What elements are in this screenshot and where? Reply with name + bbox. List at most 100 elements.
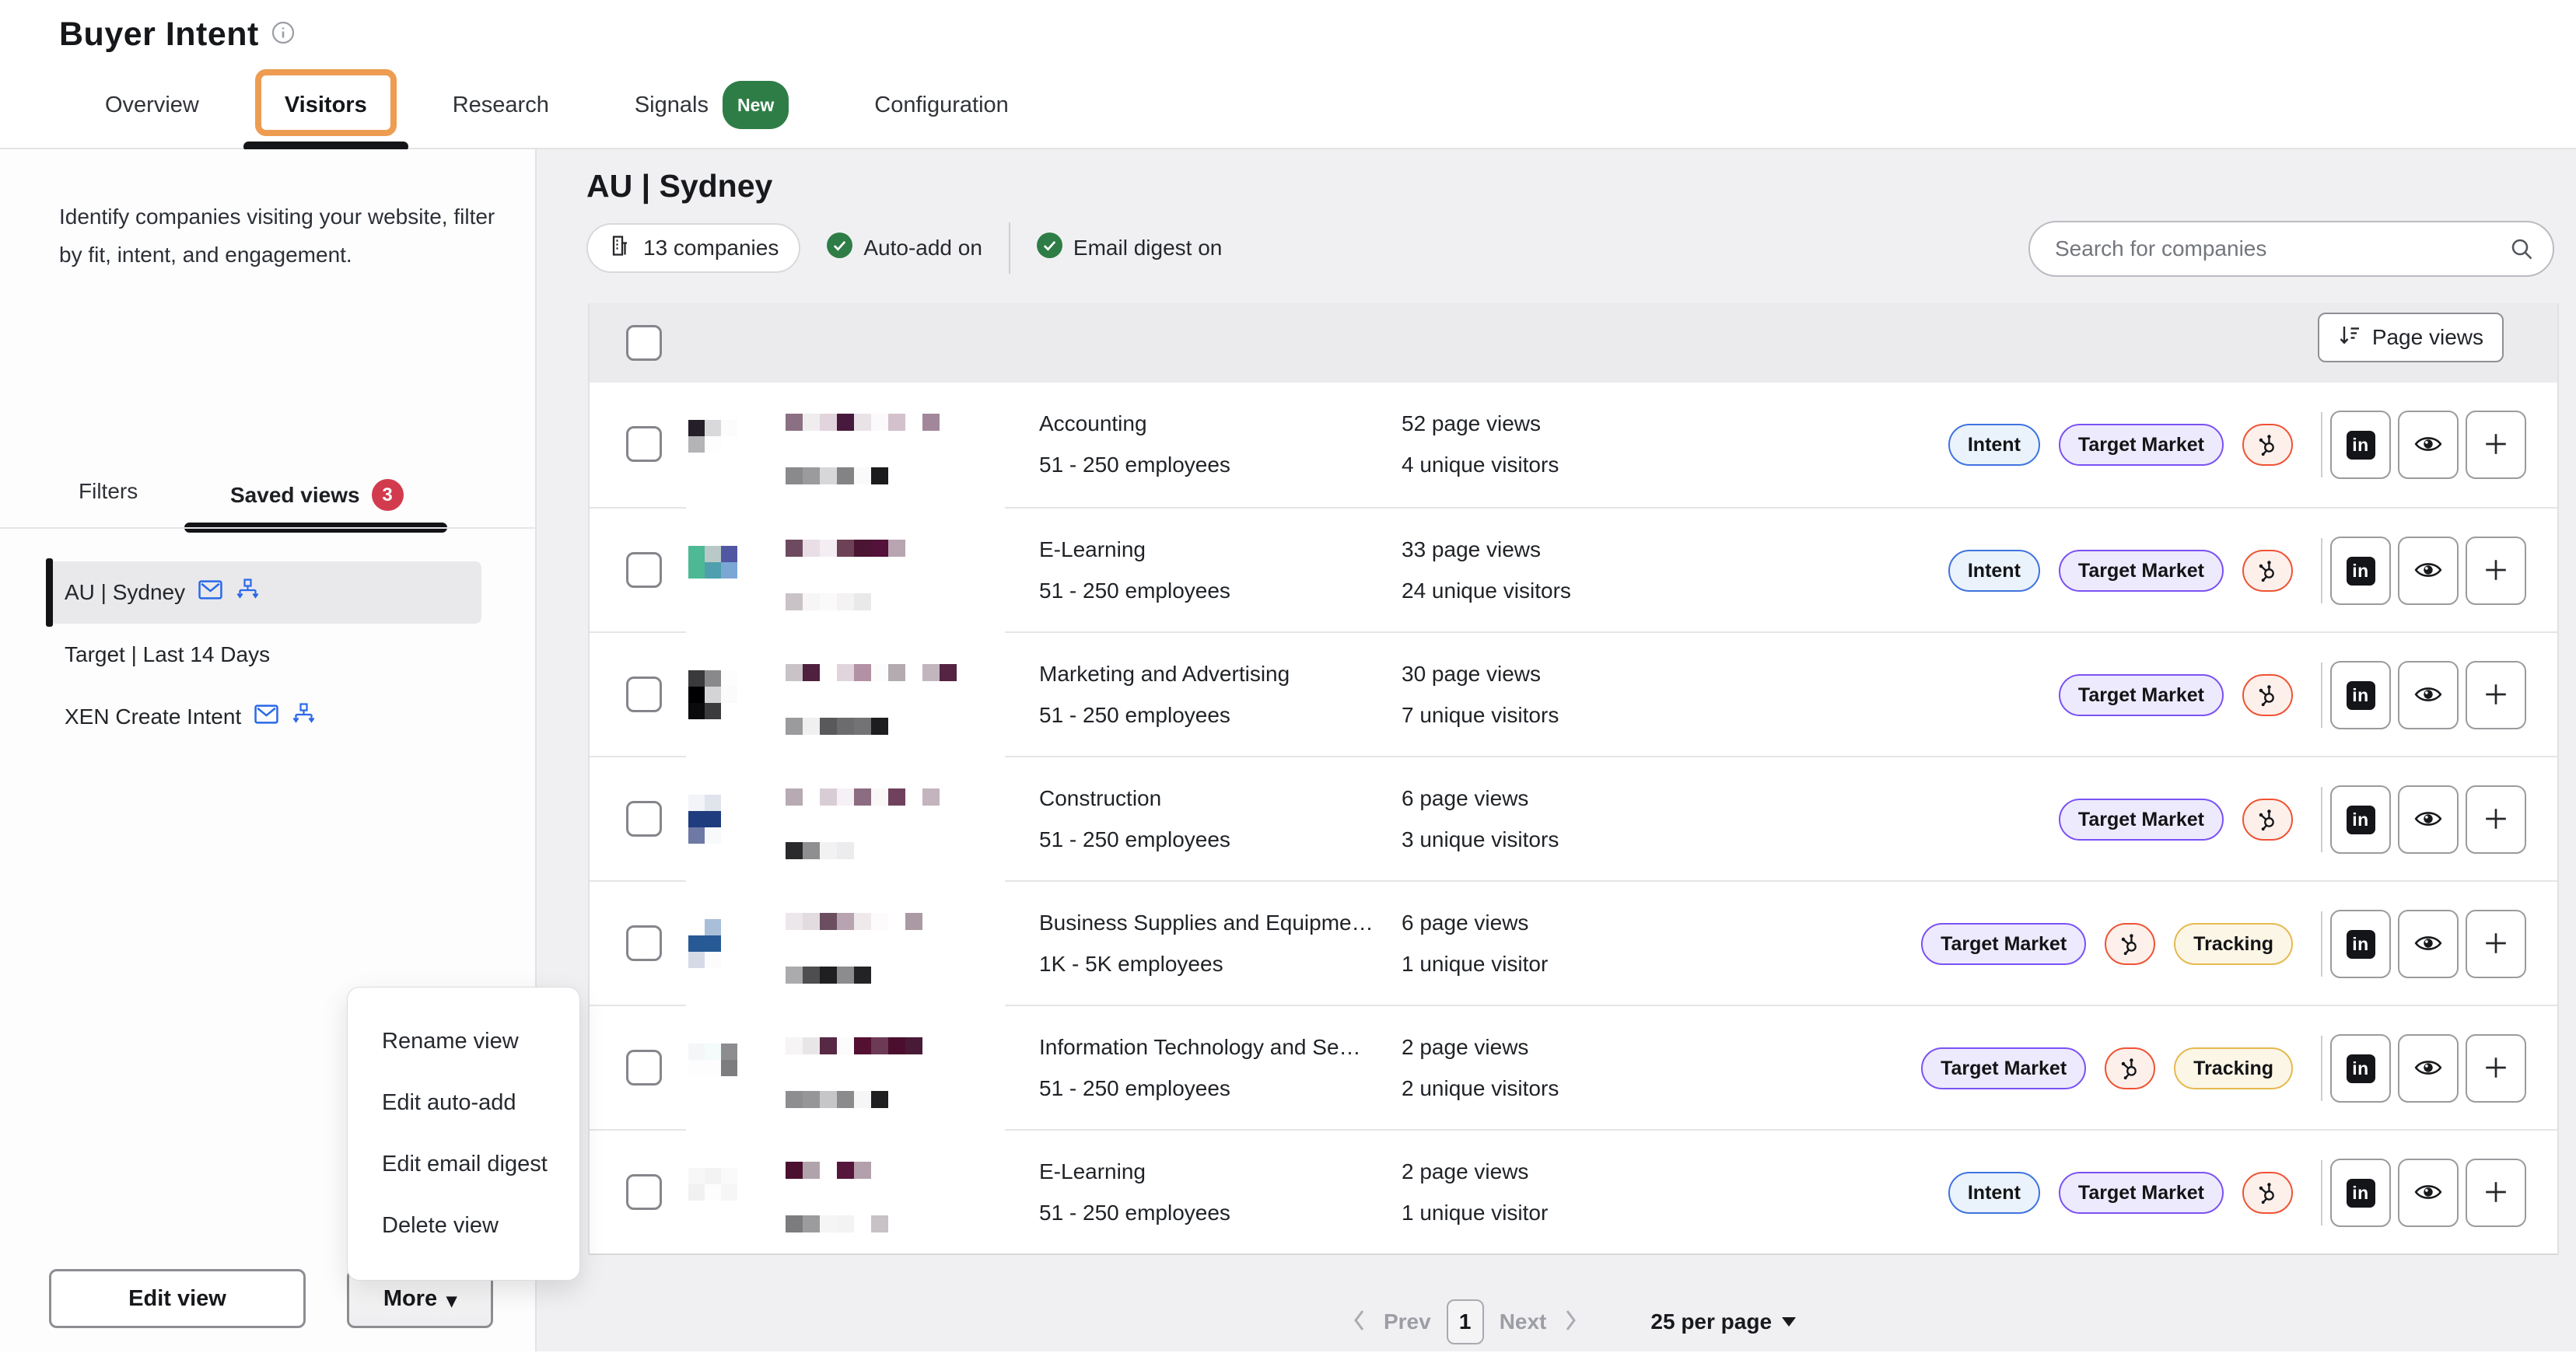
- saved-view-item-1[interactable]: AU | Sydney: [46, 561, 481, 624]
- pixel: [688, 827, 705, 844]
- target-market-badge[interactable]: Target Market: [1921, 1047, 2086, 1089]
- add-button[interactable]: [2466, 785, 2526, 854]
- preview-button[interactable]: [2398, 910, 2459, 978]
- company-logo-redacted: [688, 1044, 737, 1093]
- pixel: [721, 546, 737, 562]
- menu-item-edit-auto-add[interactable]: Edit auto-add: [348, 1072, 579, 1134]
- intent-badge[interactable]: Intent: [1948, 424, 2040, 466]
- chevron-right-icon[interactable]: [1562, 1307, 1579, 1337]
- row-checkbox[interactable]: [626, 801, 662, 837]
- preview-button[interactable]: [2398, 1159, 2459, 1227]
- add-button[interactable]: [2466, 1034, 2526, 1103]
- search-input[interactable]: [2028, 221, 2554, 277]
- intent-badge[interactable]: Intent: [1948, 550, 2040, 592]
- preview-button[interactable]: [2398, 785, 2459, 854]
- linkedin-icon: in: [2347, 681, 2375, 710]
- tab-filters[interactable]: Filters: [79, 479, 138, 504]
- current-page-button[interactable]: 1: [1447, 1299, 1484, 1344]
- linkedin-button[interactable]: in: [2330, 1159, 2391, 1227]
- target-market-badge[interactable]: Target Market: [2059, 799, 2224, 841]
- linkedin-button[interactable]: in: [2330, 1034, 2391, 1103]
- preview-button[interactable]: [2398, 411, 2459, 479]
- linkedin-button[interactable]: in: [2330, 537, 2391, 605]
- target-market-badge[interactable]: Target Market: [2059, 1172, 2224, 1214]
- tab-research[interactable]: Research: [453, 86, 549, 124]
- sort-button[interactable]: Page views: [2318, 313, 2504, 362]
- hubspot-badge[interactable]: [2242, 799, 2293, 841]
- email-digest-icon: [198, 580, 222, 605]
- pixel: [721, 1168, 737, 1184]
- menu-item-delete-view[interactable]: Delete view: [348, 1195, 579, 1257]
- hubspot-badge[interactable]: [2242, 550, 2293, 592]
- info-icon[interactable]: [271, 21, 295, 48]
- pixel: [803, 540, 820, 557]
- menu-item-edit-email-digest[interactable]: Edit email digest: [348, 1134, 579, 1195]
- hubspot-badge[interactable]: [2242, 674, 2293, 716]
- linkedin-button[interactable]: in: [2330, 411, 2391, 479]
- pixel: [721, 670, 737, 687]
- row-checkbox[interactable]: [626, 676, 662, 712]
- target-market-badge[interactable]: Target Market: [2059, 550, 2224, 592]
- next-page-button[interactable]: Next: [1500, 1309, 1547, 1334]
- top-header: Buyer Intent Overview Visitors Research Sig…: [0, 0, 2576, 149]
- row-checkbox[interactable]: [626, 426, 662, 462]
- menu-item-rename-view[interactable]: Rename view: [348, 1011, 579, 1072]
- pixel: [721, 1076, 737, 1093]
- row-checkbox[interactable]: [626, 552, 662, 588]
- tab-visitors[interactable]: Visitors: [285, 86, 367, 124]
- badges-group: Target Market: [2059, 799, 2293, 841]
- preview-button[interactable]: [2398, 1034, 2459, 1103]
- pixel: [803, 1091, 820, 1108]
- hubspot-badge[interactable]: [2242, 424, 2293, 466]
- hubspot-badge[interactable]: [2105, 1047, 2155, 1089]
- tab-signals[interactable]: SignalsNew: [635, 81, 789, 129]
- saved-view-label: XEN Create Intent: [65, 704, 241, 729]
- intent-badge[interactable]: Intent: [1948, 1172, 2040, 1214]
- pixel: [721, 919, 737, 935]
- hubspot-badge[interactable]: [2242, 1172, 2293, 1214]
- linkedin-button[interactable]: in: [2330, 661, 2391, 729]
- tab-configuration[interactable]: Configuration: [874, 86, 1009, 124]
- select-all-checkbox[interactable]: [626, 325, 662, 361]
- pixel: [705, 579, 721, 595]
- pixel: [837, 842, 854, 859]
- page-title: Buyer Intent: [59, 16, 259, 54]
- eye-icon: [2414, 559, 2442, 583]
- unique-visitors-value: 2 unique visitors: [1402, 1068, 1682, 1109]
- prev-page-button[interactable]: Prev: [1384, 1309, 1431, 1334]
- linkedin-button[interactable]: in: [2330, 910, 2391, 978]
- add-button[interactable]: [2466, 661, 2526, 729]
- companies-count-chip[interactable]: 13 companies: [586, 223, 800, 273]
- tab-saved-views[interactable]: Saved views 3: [230, 479, 404, 511]
- pixel: [721, 795, 737, 811]
- saved-view-item-3[interactable]: XEN Create Intent: [46, 686, 481, 748]
- preview-button[interactable]: [2398, 661, 2459, 729]
- linkedin-button[interactable]: in: [2330, 785, 2391, 854]
- hubspot-badge[interactable]: [2105, 923, 2155, 965]
- add-button[interactable]: [2466, 910, 2526, 978]
- pixel: [888, 414, 905, 431]
- sidebar-description: Identify companies visiting your website…: [59, 198, 518, 274]
- row-checkbox[interactable]: [626, 925, 662, 961]
- tracking-badge[interactable]: Tracking: [2174, 923, 2293, 965]
- search-icon[interactable]: [2509, 236, 2534, 265]
- per-page-selector[interactable]: 25 per page: [1650, 1309, 1796, 1334]
- pixel: [854, 1091, 871, 1108]
- linkedin-icon: in: [2347, 431, 2375, 460]
- target-market-badge[interactable]: Target Market: [2059, 424, 2224, 466]
- pixel: [854, 593, 871, 610]
- tracking-badge[interactable]: Tracking: [2174, 1047, 2293, 1089]
- pixel: [721, 436, 737, 453]
- row-checkbox[interactable]: [626, 1174, 662, 1210]
- preview-button[interactable]: [2398, 537, 2459, 605]
- saved-view-item-2[interactable]: Target | Last 14 Days: [46, 624, 481, 686]
- row-checkbox[interactable]: [626, 1050, 662, 1086]
- tab-overview[interactable]: Overview: [105, 86, 199, 124]
- chevron-left-icon[interactable]: [1351, 1307, 1368, 1337]
- edit-view-button[interactable]: Edit view: [49, 1269, 306, 1328]
- add-button[interactable]: [2466, 537, 2526, 605]
- target-market-badge[interactable]: Target Market: [2059, 674, 2224, 716]
- add-button[interactable]: [2466, 411, 2526, 479]
- target-market-badge[interactable]: Target Market: [1921, 923, 2086, 965]
- add-button[interactable]: [2466, 1159, 2526, 1227]
